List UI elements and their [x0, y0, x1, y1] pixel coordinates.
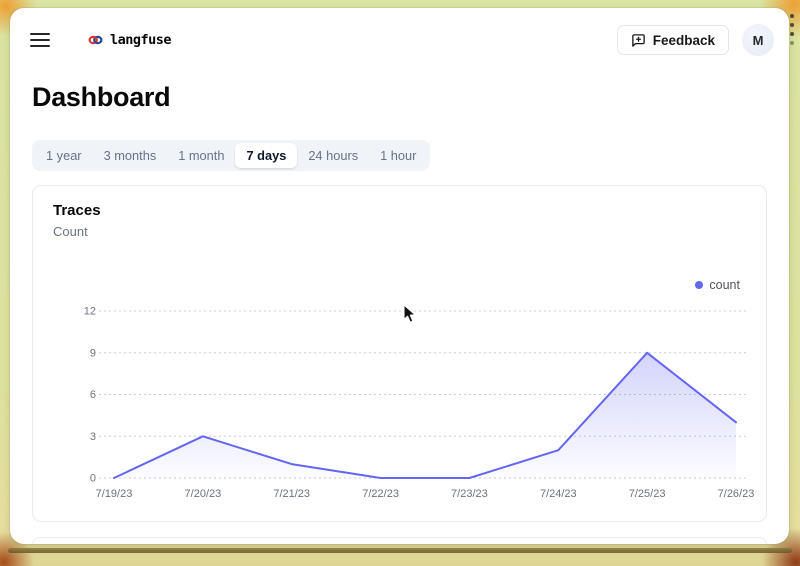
tab-1-hour[interactable]: 1 hour — [369, 143, 427, 168]
avatar-initial: M — [753, 33, 764, 48]
frame-bottom-line — [8, 548, 792, 553]
message-square-plus-icon — [631, 33, 646, 48]
knot-logo-icon — [88, 33, 103, 47]
svg-text:7/26/23: 7/26/23 — [718, 488, 755, 500]
traces-chart[interactable]: 12 9 6 3 07/19/23 7/20/23 7/21/23 7/22/23 7/23/2… — [71, 301, 759, 506]
next-card-stub — [32, 537, 767, 544]
app-header: langfuse Feedback M — [30, 24, 774, 56]
dot-icon — [695, 281, 703, 289]
avatar[interactable]: M — [742, 24, 774, 56]
logo-text: langfuse — [110, 32, 171, 48]
tab-1-year[interactable]: 1 year — [35, 143, 93, 168]
app-window: langfuse Feedback M Dashboard 1 year3 mo… — [10, 8, 789, 544]
legend-label: count — [709, 278, 740, 292]
svg-text:7/24/23: 7/24/23 — [540, 488, 577, 500]
menu-icon[interactable] — [30, 33, 50, 47]
page-title: Dashboard — [32, 82, 170, 113]
frame-edge-dots — [790, 14, 795, 45]
chart-legend: count — [695, 278, 740, 292]
svg-text:12: 12 — [84, 306, 96, 318]
svg-text:6: 6 — [90, 389, 96, 401]
card-subtitle: Count — [53, 224, 88, 239]
svg-text:9: 9 — [90, 347, 96, 359]
card-title: Traces — [53, 202, 101, 219]
screenshot-root: { "header": { "logo_text": "langfuse", "… — [0, 0, 800, 566]
tab-24-hours[interactable]: 24 hours — [297, 143, 369, 168]
svg-text:7/20/23: 7/20/23 — [185, 488, 222, 500]
svg-text:7/21/23: 7/21/23 — [273, 488, 310, 500]
time-range-tabs: 1 year3 months1 month7 days24 hours1 hou… — [32, 140, 430, 171]
svg-text:7/25/23: 7/25/23 — [629, 488, 666, 500]
tab-1-month[interactable]: 1 month — [167, 143, 235, 168]
traces-card: Traces Count count 12 9 6 3 07/19/23 7/20/23 7… — [32, 185, 767, 522]
feedback-label: Feedback — [653, 33, 715, 48]
svg-text:7/23/23: 7/23/23 — [451, 488, 488, 500]
svg-text:7/22/23: 7/22/23 — [362, 488, 399, 500]
svg-text:3: 3 — [90, 431, 96, 443]
header-right: Feedback M — [617, 24, 774, 56]
svg-text:0: 0 — [90, 473, 96, 485]
tab-3-months[interactable]: 3 months — [93, 143, 168, 168]
tab-7-days[interactable]: 7 days — [235, 143, 297, 168]
feedback-button[interactable]: Feedback — [617, 25, 729, 55]
app-logo[interactable]: langfuse — [88, 32, 171, 48]
svg-text:7/19/23: 7/19/23 — [96, 488, 133, 500]
